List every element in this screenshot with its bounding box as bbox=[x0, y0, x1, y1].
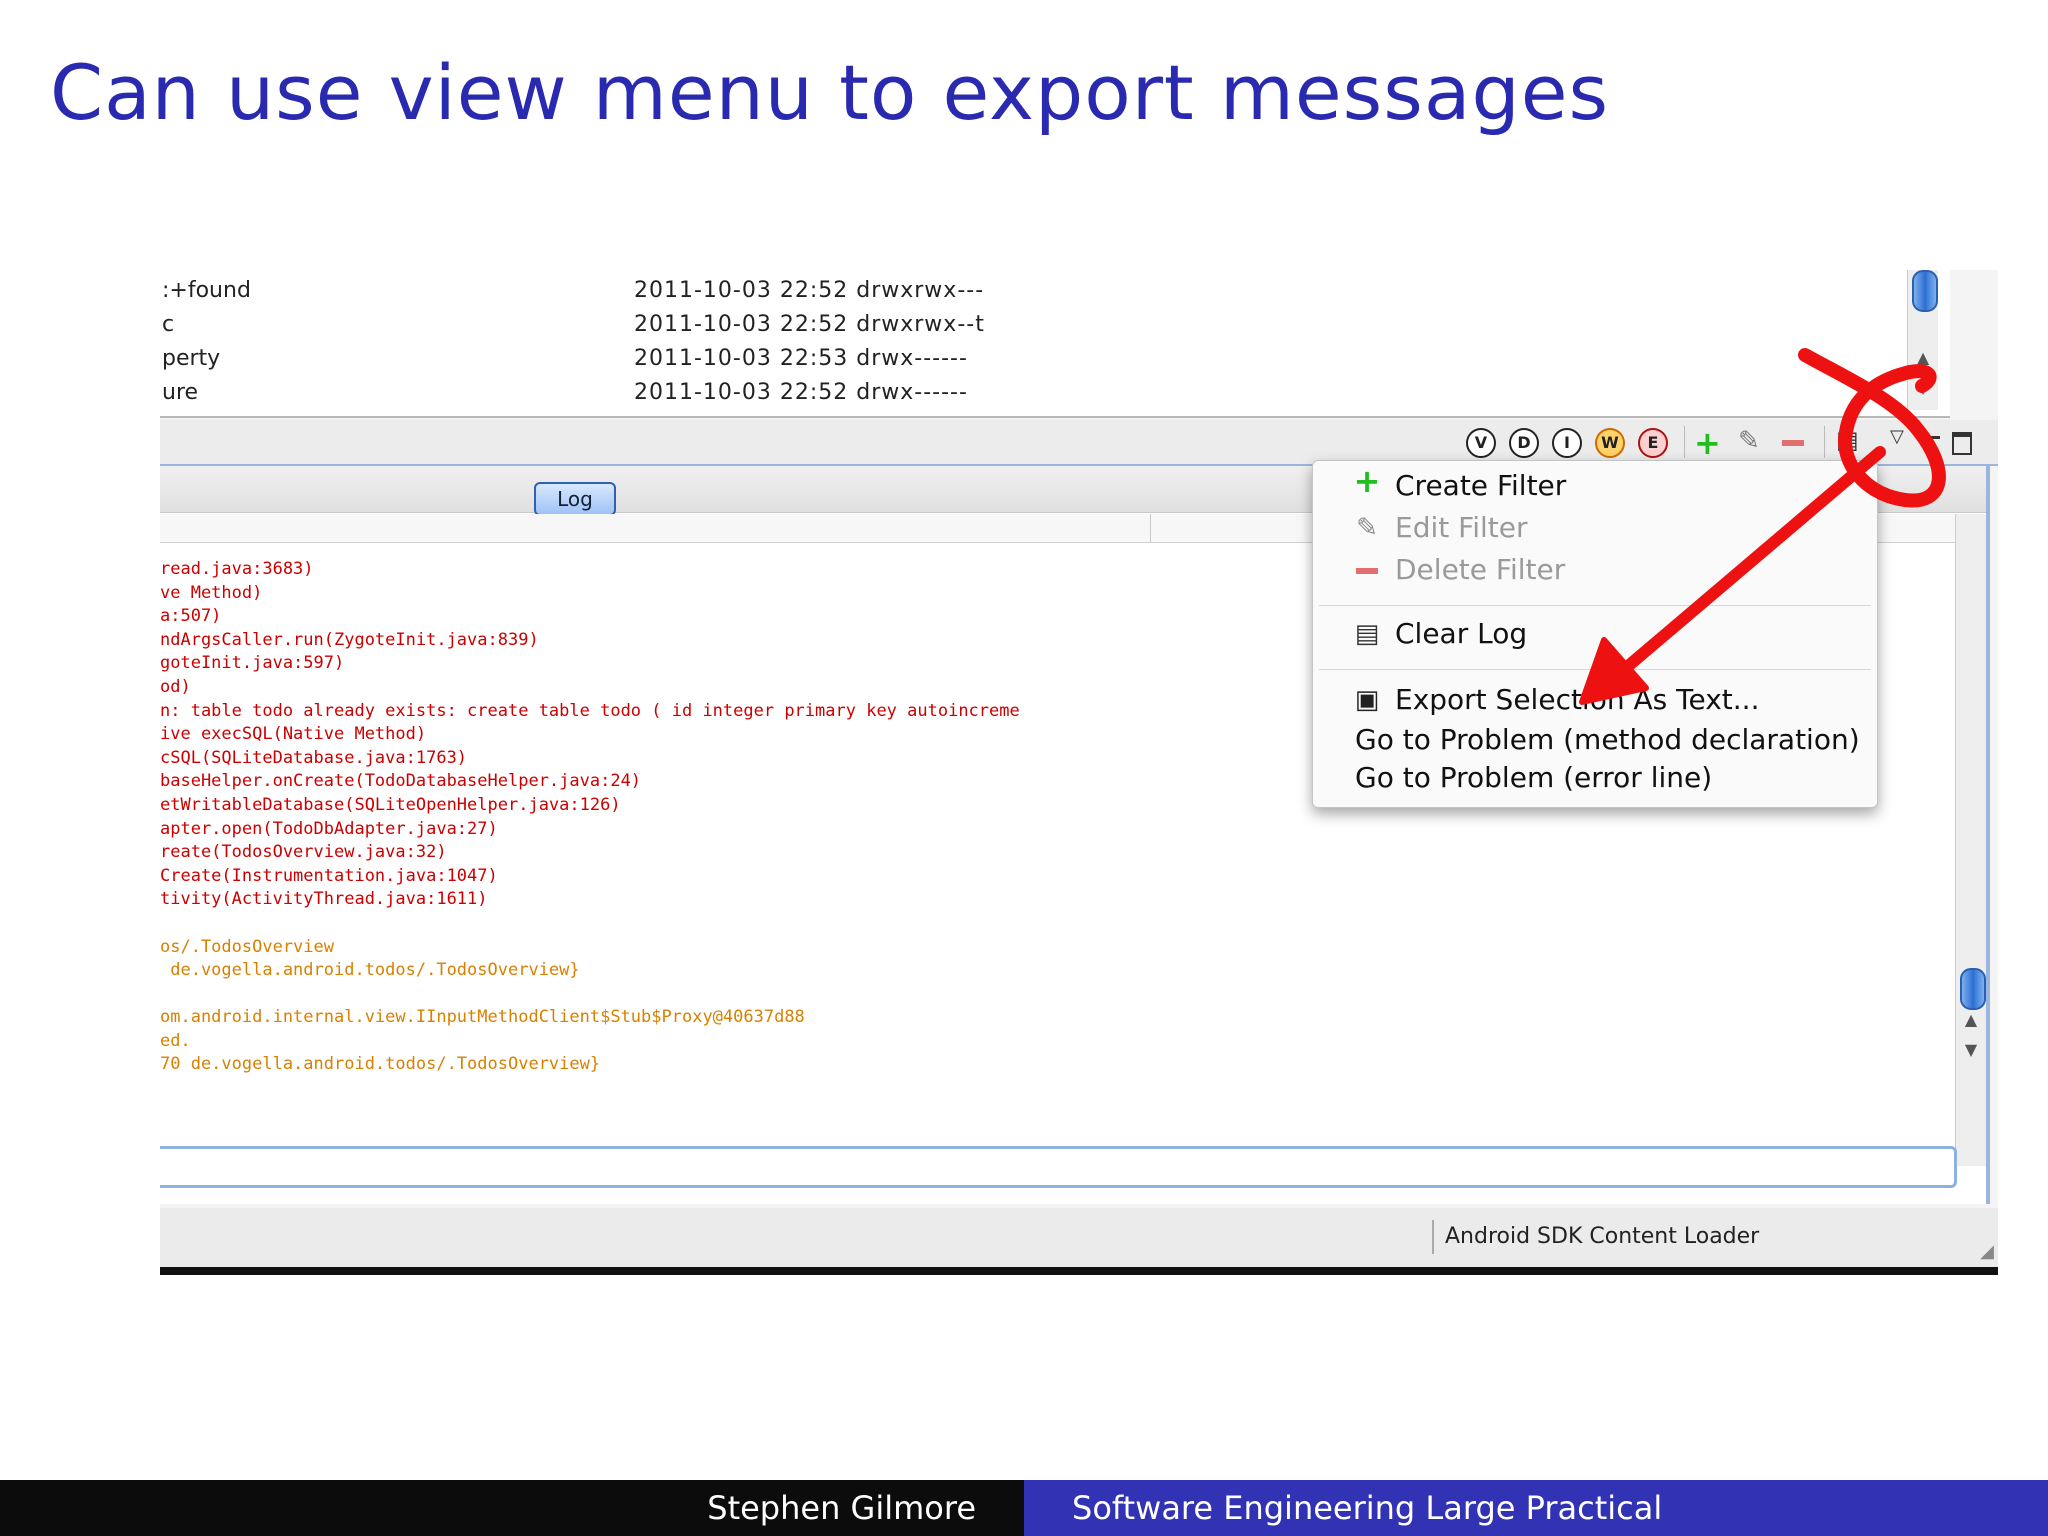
slide-footer: Stephen Gilmore Software Engineering Lar… bbox=[0, 1480, 2048, 1536]
file-row[interactable]: ure 2011-10-03 22:52 drwx------ bbox=[160, 376, 1860, 410]
file-meta: 2011-10-03 22:53 drwx------ bbox=[634, 346, 968, 371]
save-disk-icon: ▣ bbox=[1354, 685, 1380, 715]
menu-item-edit-filter[interactable]: ✎ Edit Filter bbox=[1313, 509, 1877, 549]
verbose-filter-button[interactable]: V bbox=[1466, 428, 1496, 458]
log-line[interactable]: 70 de.vogella.android.todos/.TodosOvervi… bbox=[160, 1053, 1860, 1077]
menu-item-label: Edit Filter bbox=[1395, 511, 1528, 544]
file-name: perty bbox=[162, 346, 221, 371]
file-meta: 2011-10-03 22:52 drwx------ bbox=[634, 380, 968, 405]
edit-filter-icon: ✎ bbox=[1356, 513, 1378, 543]
footer-author: Stephen Gilmore bbox=[0, 1480, 1024, 1536]
scroll-down-arrow-icon[interactable]: ▼ bbox=[1908, 378, 1938, 397]
menu-item-label: Export Selection As Text... bbox=[1395, 683, 1760, 716]
footer-course: Software Engineering Large Practical bbox=[1024, 1480, 2048, 1536]
log-line[interactable]: tivity(ActivityThread.java:1611) bbox=[160, 888, 1860, 912]
resize-grip-icon[interactable]: ◢ bbox=[1980, 1241, 1994, 1262]
scroll-up-arrow-icon[interactable]: ▲ bbox=[1956, 1010, 1986, 1029]
status-separator bbox=[1432, 1220, 1434, 1254]
log-line[interactable]: ed. bbox=[160, 1030, 1860, 1054]
log-scrollbar[interactable]: ▲ ▼ bbox=[1955, 514, 1986, 1166]
toolbar-separator bbox=[1824, 426, 1825, 458]
view-menu-chevron-down-icon[interactable]: ▽ bbox=[1890, 426, 1904, 447]
window-bottom-edge bbox=[160, 1267, 1998, 1275]
log-filter-input[interactable] bbox=[160, 1146, 1957, 1188]
view-menu-popup: + Create Filter ✎ Edit Filter Delete Fil… bbox=[1312, 460, 1878, 808]
menu-item-label: Go to Problem (method declaration) bbox=[1355, 723, 1860, 756]
menu-item-label: Clear Log bbox=[1395, 617, 1528, 650]
file-list-scrollbar[interactable]: ▲ ▼ bbox=[1907, 270, 1938, 410]
file-meta: 2011-10-03 22:52 drwxrwx--t bbox=[634, 312, 985, 337]
log-line[interactable]: os/.TodosOverview bbox=[160, 936, 1860, 960]
minimize-icon[interactable] bbox=[1922, 436, 1940, 439]
menu-item-create-filter[interactable]: + Create Filter bbox=[1313, 462, 1877, 507]
clear-log-icon: ▤ bbox=[1354, 619, 1380, 649]
clear-log-icon[interactable]: ▤ bbox=[1836, 426, 1859, 454]
status-bar: Android SDK Content Loader ◢ bbox=[160, 1208, 1998, 1268]
minus-icon bbox=[1353, 556, 1381, 584]
menu-separator bbox=[1319, 669, 1871, 670]
maximize-icon[interactable] bbox=[1952, 432, 1972, 455]
log-line[interactable] bbox=[160, 912, 1860, 936]
log-line[interactable]: Create(Instrumentation.java:1047) bbox=[160, 865, 1860, 889]
status-loader-text: Android SDK Content Loader bbox=[1445, 1224, 1760, 1249]
file-row[interactable]: c 2011-10-03 22:52 drwxrwx--t bbox=[160, 308, 1860, 342]
menu-item-goto-method-declaration[interactable]: Go to Problem (method declaration) bbox=[1313, 721, 1877, 761]
file-name: ure bbox=[162, 380, 199, 405]
warn-filter-button[interactable]: W bbox=[1595, 428, 1625, 458]
menu-item-label: Go to Problem (error line) bbox=[1355, 761, 1713, 794]
menu-separator bbox=[1319, 605, 1871, 606]
scroll-up-arrow-icon[interactable]: ▲ bbox=[1908, 348, 1938, 367]
menu-item-delete-filter[interactable]: Delete Filter bbox=[1313, 551, 1877, 591]
toolbar-separator bbox=[1684, 426, 1685, 458]
scrollbar-thumb[interactable] bbox=[1912, 270, 1938, 312]
file-row[interactable]: perty 2011-10-03 22:53 drwx------ bbox=[160, 342, 1860, 376]
add-filter-icon[interactable]: + bbox=[1694, 424, 1721, 462]
file-name: c bbox=[162, 312, 175, 337]
menu-item-label: Create Filter bbox=[1395, 469, 1567, 502]
column-divider[interactable] bbox=[1150, 514, 1151, 542]
scroll-down-arrow-icon[interactable]: ▼ bbox=[1956, 1040, 1986, 1059]
file-meta: 2011-10-03 22:52 drwxrwx--- bbox=[634, 278, 985, 303]
delete-filter-icon[interactable] bbox=[1782, 440, 1804, 446]
footer-author-text: Stephen Gilmore bbox=[707, 1489, 976, 1527]
tab-log[interactable]: Log bbox=[534, 482, 616, 516]
log-line[interactable]: reate(TodosOverview.java:32) bbox=[160, 841, 1860, 865]
debug-filter-button[interactable]: D bbox=[1509, 428, 1539, 458]
log-line[interactable]: om.android.internal.view.IInputMethodCli… bbox=[160, 1006, 1860, 1030]
file-row[interactable]: :+found 2011-10-03 22:52 drwxrwx--- bbox=[160, 274, 1860, 308]
file-explorer-list: :+found 2011-10-03 22:52 drwxrwx--- c 20… bbox=[160, 270, 1950, 418]
scrollbar-thumb[interactable] bbox=[1960, 968, 1986, 1010]
edit-filter-icon[interactable]: ✎ bbox=[1738, 426, 1760, 456]
info-filter-button[interactable]: I bbox=[1552, 428, 1582, 458]
menu-item-goto-error-line[interactable]: Go to Problem (error line) bbox=[1313, 759, 1877, 799]
slide-title: Can use view menu to export messages bbox=[50, 48, 1610, 137]
log-line[interactable] bbox=[160, 983, 1860, 1007]
menu-item-label: Delete Filter bbox=[1395, 553, 1566, 586]
plus-icon: + bbox=[1353, 462, 1381, 500]
footer-course-text: Software Engineering Large Practical bbox=[1072, 1489, 1663, 1527]
file-name: :+found bbox=[162, 278, 251, 303]
log-line[interactable]: de.vogella.android.todos/.TodosOverview} bbox=[160, 959, 1860, 983]
menu-item-export-selection[interactable]: ▣ Export Selection As Text... bbox=[1313, 681, 1877, 721]
log-line[interactable]: apter.open(TodoDbAdapter.java:27) bbox=[160, 818, 1860, 842]
menu-item-clear-log[interactable]: ▤ Clear Log bbox=[1313, 615, 1877, 655]
error-filter-button[interactable]: E bbox=[1638, 428, 1668, 458]
